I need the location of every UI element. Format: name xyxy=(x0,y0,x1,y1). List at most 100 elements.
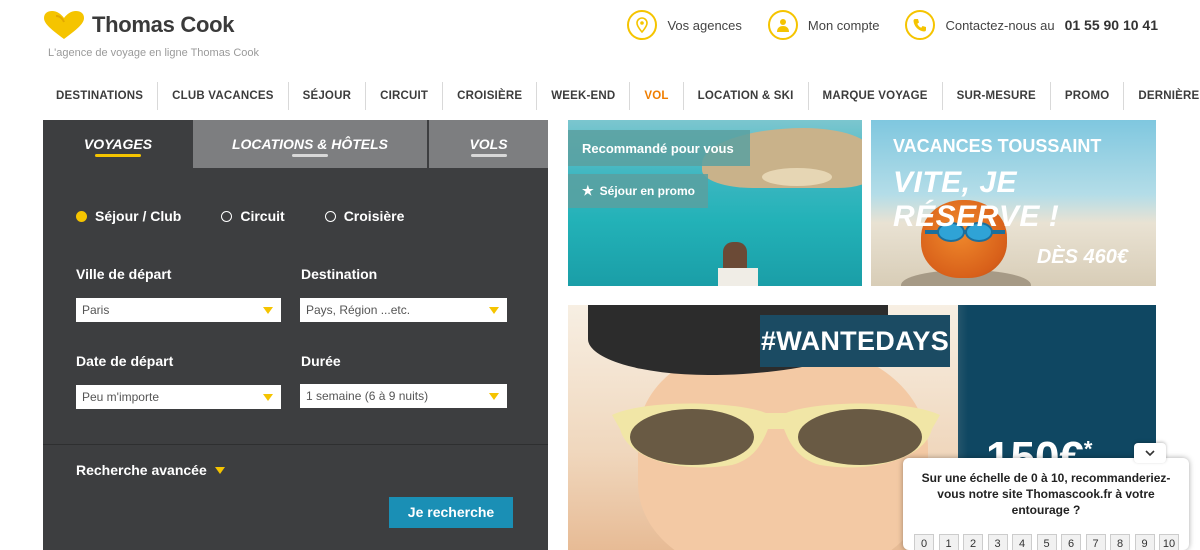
phone-number[interactable]: 01 55 90 10 41 xyxy=(1065,17,1158,33)
score-button[interactable]: 2 xyxy=(963,534,983,550)
radio-checked-icon xyxy=(76,210,87,222)
page: Thomas Cook L'agence de voyage en ligne … xyxy=(0,0,1200,550)
radio-croisiere[interactable]: Croisière xyxy=(324,208,405,224)
tab-vols-label: VOLS xyxy=(469,136,508,152)
radio-label: Séjour / Club xyxy=(95,208,182,224)
departure-city-label: Ville de départ xyxy=(76,266,172,282)
score-button[interactable]: 3 xyxy=(987,534,1008,550)
panel-divider xyxy=(43,444,548,445)
duration-label: Durée xyxy=(301,353,341,369)
search-panel: VOYAGES LOCATIONS & HÔTELS VOLS Séjour /… xyxy=(43,120,548,550)
score-button[interactable]: 6 xyxy=(1061,534,1081,550)
main-nav: DESTINATIONS CLUB VACANCES SÉJOUR CIRCUI… xyxy=(42,82,1200,110)
radio-label: Croisière xyxy=(343,208,405,224)
score-button[interactable]: 4 xyxy=(1012,534,1032,550)
advanced-search-label: Recherche avancée xyxy=(76,462,207,478)
tab-voyages[interactable]: VOYAGES xyxy=(43,120,193,168)
nav-sur-mesure[interactable]: SUR-MESURE xyxy=(943,82,1051,110)
score-button[interactable]: 8 xyxy=(1110,534,1130,550)
survey-scale: 0 1 2 3 4 5 6 7 8 9 10 xyxy=(914,534,1184,550)
nps-survey-popup: Sur une échelle de 0 à 10, recommanderie… xyxy=(903,443,1189,550)
logo[interactable]: Thomas Cook xyxy=(42,10,234,40)
trip-type-radios: Séjour / Club Circuit Croisière xyxy=(76,208,444,224)
destination-select[interactable]: Pays, Région ...etc. xyxy=(300,298,507,322)
chevron-down-icon xyxy=(1145,449,1155,456)
tab-underline xyxy=(292,154,328,157)
score-button[interactable]: 5 xyxy=(1036,534,1057,550)
caret-down-icon xyxy=(263,307,273,314)
promo-tag: ★ Séjour en promo xyxy=(568,174,708,208)
tab-locations-label: LOCATIONS & HÔTELS xyxy=(231,136,389,152)
nav-croisiere[interactable]: CROISIÈRE xyxy=(443,82,538,110)
tagline: L'agence de voyage en ligne Thomas Cook xyxy=(48,47,260,59)
nav-week-end[interactable]: WEEK-END xyxy=(537,82,631,110)
score-button[interactable]: 7 xyxy=(1085,534,1106,550)
radio-label: Circuit xyxy=(240,208,285,224)
sunglasses-icon xyxy=(612,403,940,468)
account-label: Mon compte xyxy=(807,17,880,33)
nav-marque-voyage[interactable]: MARQUE VOYAGE xyxy=(809,82,943,110)
departure-date-select[interactable]: Peu m'importe xyxy=(76,385,281,409)
duration-select[interactable]: 1 semaine (6 à 9 nuits) xyxy=(300,384,507,408)
score-button[interactable]: 1 xyxy=(938,534,959,550)
agencies-link[interactable]: Vos agences xyxy=(627,10,742,40)
tab-underline xyxy=(470,154,507,157)
dock-image xyxy=(718,268,758,286)
score-button[interactable]: 9 xyxy=(1134,534,1155,550)
beach-image xyxy=(762,168,832,186)
nav-vol[interactable]: VOL xyxy=(630,82,684,110)
account-link[interactable]: Mon compte xyxy=(767,10,880,40)
departure-date-value: Peu m'importe xyxy=(82,390,159,404)
caret-down-icon xyxy=(214,466,225,474)
search-button[interactable]: Je recherche xyxy=(389,497,513,528)
nav-circuit[interactable]: CIRCUIT xyxy=(366,82,444,110)
toussaint-price: DÈS 460€ xyxy=(1036,246,1128,268)
agencies-label: Vos agences xyxy=(667,17,742,33)
score-button[interactable]: 0 xyxy=(914,534,934,550)
nav-club-vacances[interactable]: CLUB VACANCES xyxy=(158,82,289,110)
score-button[interactable]: 10 xyxy=(1159,534,1179,550)
radio-circuit[interactable]: Circuit xyxy=(221,208,285,224)
location-pin-icon xyxy=(627,10,658,40)
promo-tile-recommended[interactable]: Recommandé pour vous ★ Séjour en promo xyxy=(568,120,862,286)
search-tabs: VOYAGES LOCATIONS & HÔTELS VOLS xyxy=(43,120,548,168)
destination-label: Destination xyxy=(301,266,378,282)
wantedays-hashtag: #WANTEDAYS xyxy=(760,315,950,367)
radio-unchecked-icon xyxy=(324,210,336,222)
tab-voyages-label: VOYAGES xyxy=(83,136,153,152)
collapse-survey-button[interactable] xyxy=(1134,443,1166,463)
radio-unchecked-icon xyxy=(221,210,233,222)
recommended-badge: Recommandé pour vous xyxy=(568,130,750,166)
toussaint-title: VACANCES TOUSSAINT xyxy=(893,136,1102,156)
brand-name: Thomas Cook xyxy=(92,12,235,37)
star-icon: ★ xyxy=(582,183,594,198)
survey-question: Sur une échelle de 0 à 10, recommanderie… xyxy=(921,471,1171,517)
tab-locations-hotels[interactable]: LOCATIONS & HÔTELS xyxy=(193,120,427,168)
user-icon xyxy=(767,10,798,40)
duration-value: 1 semaine (6 à 9 nuits) xyxy=(306,389,429,403)
caret-down-icon xyxy=(489,393,499,400)
nav-destinations[interactable]: DESTINATIONS xyxy=(42,82,159,110)
advanced-search-toggle[interactable]: Recherche avancée xyxy=(76,462,225,478)
phone-icon xyxy=(905,10,936,40)
nav-derniere-minute[interactable]: DERNIÈRE MINUTE xyxy=(1124,82,1200,110)
contact-label: Contactez-nous au xyxy=(945,17,1055,33)
promo-tag-label: Séjour en promo xyxy=(599,184,695,198)
nav-location-ski[interactable]: LOCATION & SKI xyxy=(684,82,809,110)
toussaint-slogan: VITE, JE RÉSERVE ! xyxy=(893,166,1060,233)
destination-value: Pays, Région ...etc. xyxy=(306,303,411,317)
nav-promo[interactable]: PROMO xyxy=(1051,82,1125,110)
departure-date-label: Date de départ xyxy=(76,353,174,369)
active-tab-underline xyxy=(95,154,141,157)
tab-vols[interactable]: VOLS xyxy=(427,120,548,168)
radio-sejour-club[interactable]: Séjour / Club xyxy=(76,208,181,224)
contact-link[interactable]: Contactez-nous au 01 55 90 10 41 xyxy=(905,10,1158,40)
heart-logo-icon xyxy=(42,10,86,40)
caret-down-icon xyxy=(263,394,273,401)
promo-tile-toussaint[interactable]: VACANCES TOUSSAINT VITE, JE RÉSERVE ! DÈ… xyxy=(871,120,1156,286)
departure-city-value: Paris xyxy=(82,303,110,317)
top-links: Vos agences Mon compte Contactez-nous au… xyxy=(601,10,1158,40)
nav-sejour[interactable]: SÉJOUR xyxy=(289,82,367,110)
caret-down-icon xyxy=(489,307,499,314)
departure-city-select[interactable]: Paris xyxy=(76,298,281,322)
